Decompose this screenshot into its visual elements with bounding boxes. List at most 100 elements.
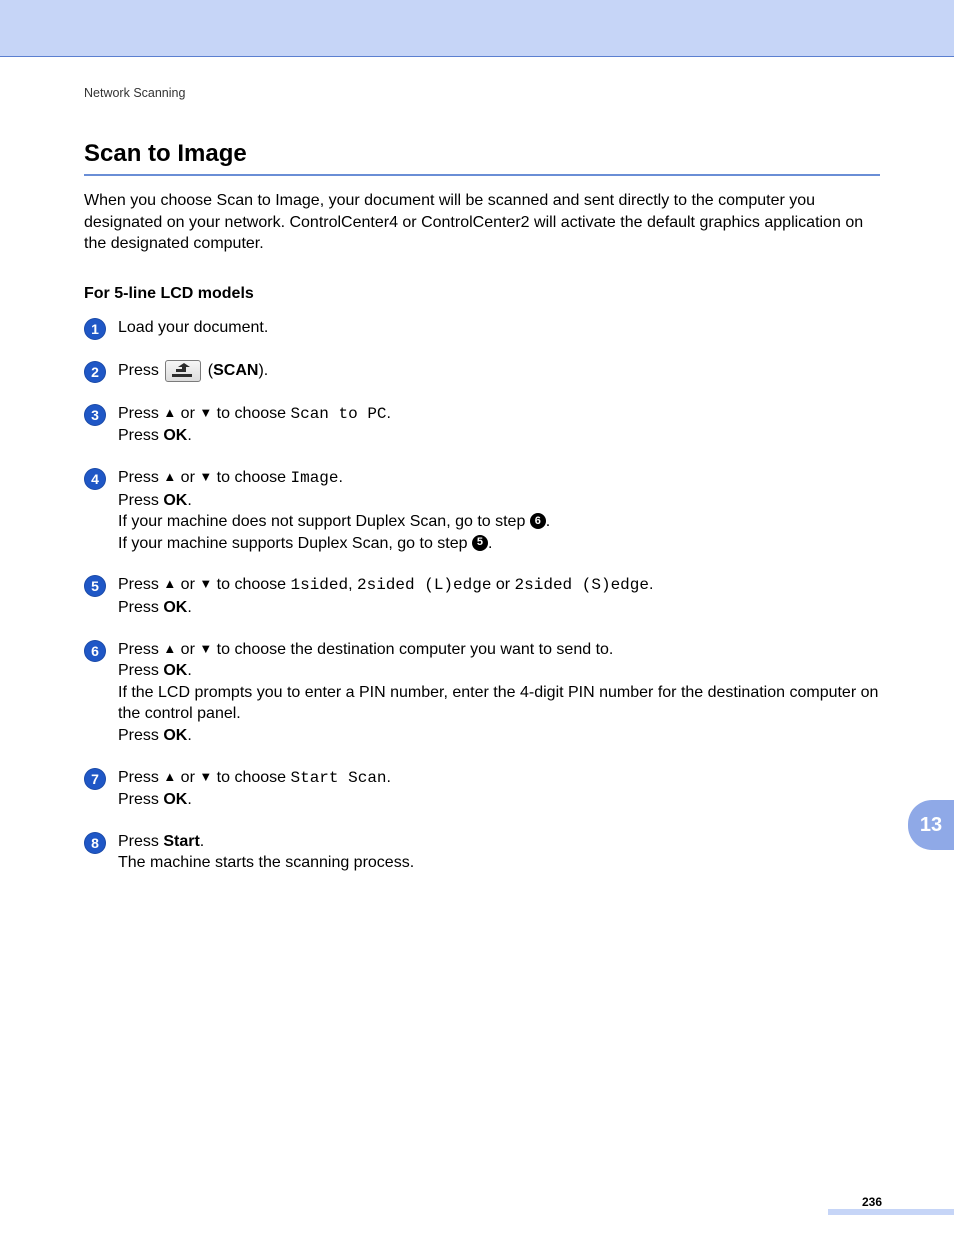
step-text: The machine starts the scanning process. [118, 852, 414, 874]
press-label: Press [118, 641, 163, 658]
press-label: Press [118, 492, 163, 509]
up-arrow-icon [163, 770, 176, 783]
period: . [187, 662, 191, 679]
press-label: Press [118, 727, 163, 744]
period: . [339, 469, 343, 486]
scan-button-icon [165, 360, 201, 382]
step-text: Load your document. [118, 317, 268, 339]
up-arrow-icon [163, 642, 176, 655]
press-label: Press [118, 405, 163, 422]
up-arrow-icon [163, 577, 176, 590]
choose-label: to choose [212, 469, 290, 486]
period: . [187, 791, 191, 808]
step-text: If your machine does not support Duplex … [118, 511, 550, 533]
down-arrow-icon [199, 406, 212, 419]
menu-option: Image [291, 469, 339, 487]
period: . [187, 599, 191, 616]
heading-rule [84, 174, 880, 176]
period: . [387, 769, 391, 786]
up-arrow-icon [163, 470, 176, 483]
duplex-no-text: If your machine does not support Duplex … [118, 513, 530, 530]
ok-label: OK [163, 727, 187, 744]
press-label: Press [118, 469, 163, 486]
separator: or [491, 576, 514, 593]
or-label: or [176, 469, 199, 486]
intro-paragraph: When you choose Scan to Image, your docu… [84, 190, 880, 255]
step-body: Press (SCAN). [118, 360, 268, 382]
step-text: Press or to choose Image. [118, 467, 550, 490]
ok-label: OK [163, 427, 187, 444]
step-badge: 5 [84, 575, 106, 597]
paren-close: ). [258, 362, 268, 379]
press-label: Press [118, 833, 163, 850]
subheading: For 5-line LCD models [84, 285, 880, 303]
step-body: Press or to choose Image. Press OK. If y… [118, 467, 550, 554]
down-arrow-icon [199, 577, 212, 590]
step-badge: 2 [84, 361, 106, 383]
page-number-rule [828, 1209, 954, 1215]
up-arrow-icon [163, 406, 176, 419]
step-text: Press OK. [118, 425, 391, 447]
step-1: 1 Load your document. [84, 317, 880, 340]
top-band [0, 0, 954, 56]
step-text: Press or to choose the destination compu… [118, 639, 880, 661]
ok-label: OK [163, 791, 187, 808]
step-body: Press or to choose Scan to PC. Press OK. [118, 403, 391, 447]
step-text: Press OK. [118, 490, 550, 512]
scan-label: SCAN [213, 362, 258, 379]
choose-label: to choose [212, 405, 290, 422]
press-label: Press [118, 576, 163, 593]
ok-label: OK [163, 599, 187, 616]
or-label: or [176, 405, 199, 422]
or-label: or [176, 769, 199, 786]
press-label: Press [118, 599, 163, 616]
step-8: 8 Press Start. The machine starts the sc… [84, 831, 880, 874]
step-badge: 1 [84, 318, 106, 340]
period: . [187, 727, 191, 744]
step-5: 5 Press or to choose 1sided, 2sided (L)e… [84, 574, 880, 618]
chapter-number: 13 [920, 814, 942, 837]
step-badge: 7 [84, 768, 106, 790]
period: . [187, 427, 191, 444]
chapter-tab: 13 [908, 800, 954, 850]
start-label: Start [163, 833, 199, 850]
press-label: Press [118, 362, 163, 379]
down-arrow-icon [199, 770, 212, 783]
step-badge: 8 [84, 832, 106, 854]
step-text: Press OK. [118, 597, 653, 619]
down-arrow-icon [199, 470, 212, 483]
separator: , [348, 576, 357, 593]
step-body: Load your document. [118, 317, 268, 339]
ok-label: OK [163, 662, 187, 679]
step-badge: 3 [84, 404, 106, 426]
down-arrow-icon [199, 642, 212, 655]
step-text: Press OK. [118, 725, 880, 747]
period: . [187, 492, 191, 509]
step-6: 6 Press or to choose the destination com… [84, 639, 880, 747]
breadcrumb: Network Scanning [84, 86, 880, 100]
step-badge: 4 [84, 468, 106, 490]
menu-option: Scan to PC [291, 405, 387, 423]
step-badge: 6 [84, 640, 106, 662]
content-area: Network Scanning Scan to Image When you … [84, 86, 880, 894]
step-body: Press Start. The machine starts the scan… [118, 831, 414, 874]
step-text: Press or to choose Start Scan. [118, 767, 391, 790]
or-label: or [176, 641, 199, 658]
choose-label: to choose the destination computer you w… [212, 641, 613, 658]
period: . [488, 535, 492, 552]
period: . [200, 833, 204, 850]
step-text: If your machine supports Duplex Scan, go… [118, 533, 550, 555]
step-4: 4 Press or to choose Image. Press OK. If… [84, 467, 880, 554]
page-number: 236 [862, 1195, 954, 1209]
step-ref-badge: 5 [472, 535, 488, 551]
step-3: 3 Press or to choose Scan to PC. Press O… [84, 403, 880, 447]
menu-option: Start Scan [291, 769, 387, 787]
menu-option: 1sided [291, 576, 349, 594]
step-body: Press or to choose 1sided, 2sided (L)edg… [118, 574, 653, 618]
page-title: Scan to Image [84, 140, 880, 168]
step-text: Press or to choose 1sided, 2sided (L)edg… [118, 574, 653, 597]
period: . [649, 576, 653, 593]
ok-label: OK [163, 492, 187, 509]
press-label: Press [118, 427, 163, 444]
press-label: Press [118, 662, 163, 679]
